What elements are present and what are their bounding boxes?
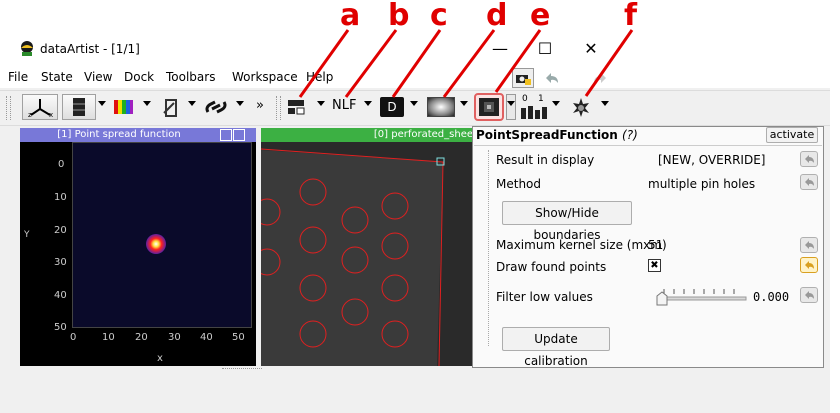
psf-y-tick: 30: [54, 257, 67, 268]
filter-value: 0.000: [753, 290, 790, 304]
draw-points-label: Draw found points: [496, 260, 607, 274]
perforated-sheet-image[interactable]: [261, 142, 473, 366]
reset-icon: [805, 291, 814, 299]
draw-points-reset-button[interactable]: [800, 257, 818, 273]
splitter-handle[interactable]: [222, 368, 262, 371]
props-title-text: PointSpreadFunction: [476, 128, 618, 142]
reset-icon: [805, 241, 814, 249]
method-label: Method: [496, 177, 542, 191]
psf-y-tick: 10: [54, 192, 67, 203]
psf-y-tick: 0: [58, 159, 65, 170]
show-hide-boundaries-button[interactable]: Show/Hide boundaries: [502, 201, 632, 242]
psf-x-tick: 10: [102, 332, 115, 343]
psf-x-tick: 0: [70, 332, 77, 343]
activate-button[interactable]: activate: [766, 127, 818, 143]
psf-display-window-buttons[interactable]: [218, 128, 256, 155]
reset-icon: [805, 155, 814, 163]
method-value[interactable]: multiple pin holes: [648, 177, 755, 191]
result-reset-button[interactable]: [800, 151, 818, 167]
update-calibration-button[interactable]: Update calibration: [502, 327, 610, 368]
method-reset-button[interactable]: [800, 174, 818, 190]
result-value[interactable]: [NEW, OVERRIDE]: [658, 153, 765, 167]
image-display-title: [0] perforated_shee: [261, 128, 473, 142]
psf-y-tick: 40: [54, 290, 67, 301]
annotation-lines: [298, 29, 634, 98]
psf-x-tick: 20: [135, 332, 148, 343]
reset-icon: [805, 178, 814, 186]
props-help-link[interactable]: (?): [622, 128, 638, 142]
kernel-size-value[interactable]: 51: [648, 238, 663, 252]
psf-minimize-icon[interactable]: [220, 128, 232, 141]
kernel-size-label: Maximum kernel size (mxm): [496, 238, 667, 252]
psf-y-tick: 50: [54, 322, 67, 333]
draw-points-checkbox[interactable]: ✖: [648, 259, 661, 272]
filter-label: Filter low values: [496, 290, 593, 304]
filter-slider[interactable]: [654, 284, 750, 308]
psf-display-title: [1] Point spread function: [20, 128, 218, 142]
filter-reset-button[interactable]: [800, 287, 818, 303]
props-tree-line: [488, 150, 490, 346]
psf-x-axis-label: x: [157, 353, 163, 364]
psf-peak: [146, 234, 166, 254]
reset-icon: [805, 261, 814, 269]
psf-x-tick: 30: [168, 332, 181, 343]
psf-y-tick: 20: [54, 225, 67, 236]
result-label: Result in display: [496, 153, 595, 167]
props-divider: [474, 145, 822, 146]
props-title: PointSpreadFunction (?): [476, 128, 638, 142]
psf-maximize-icon[interactable]: [233, 128, 245, 141]
kernel-reset-button[interactable]: [800, 237, 818, 253]
psf-y-axis-label: Y: [24, 230, 30, 240]
psf-x-tick: 50: [232, 332, 245, 343]
psf-x-tick: 40: [200, 332, 213, 343]
